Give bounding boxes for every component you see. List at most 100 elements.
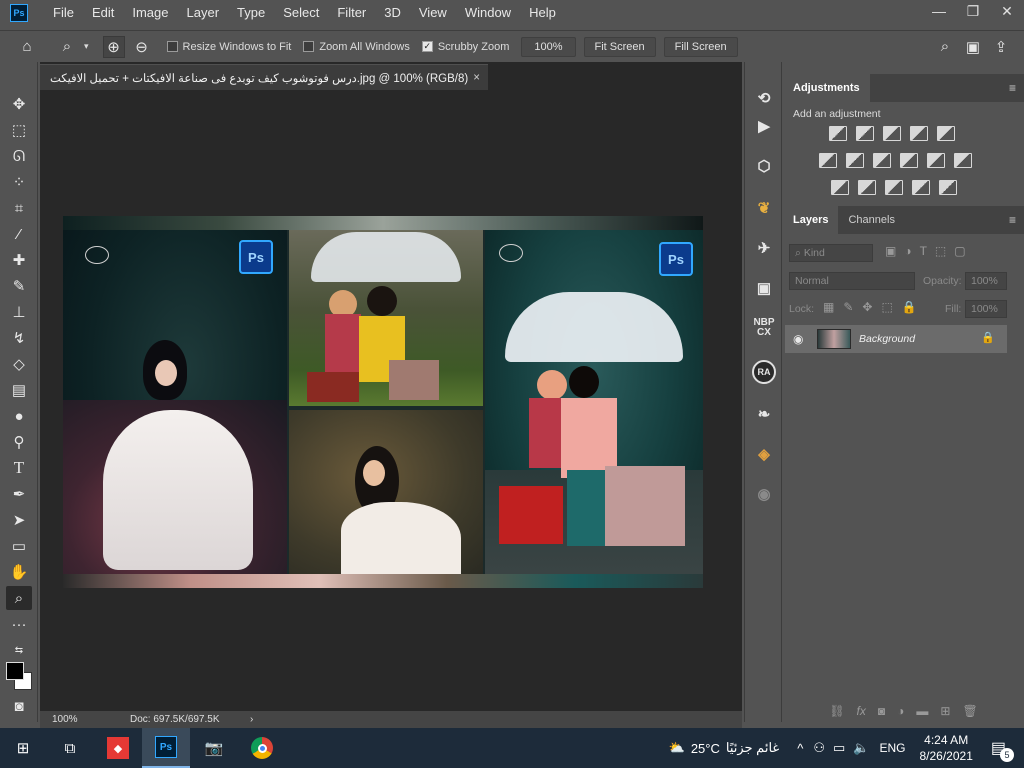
tab-adjustments[interactable]: Adjustments [783, 74, 870, 102]
channel-mixer-icon[interactable] [927, 153, 945, 168]
layer-filter-kind[interactable]: ⌕ Kind [789, 244, 873, 262]
tab-channels[interactable]: Channels [838, 206, 904, 234]
path-select-tool-icon[interactable]: ➤ [6, 508, 32, 532]
photo-filter-icon[interactable] [900, 153, 918, 168]
zoom-all-windows-checkbox[interactable]: Zoom All Windows [303, 41, 410, 53]
language-indicator[interactable]: ENG [879, 741, 905, 755]
fit-screen-button[interactable]: Fit Screen [583, 36, 656, 57]
fill-field[interactable]: 100% [965, 300, 1007, 318]
vibrance-icon[interactable] [937, 126, 955, 141]
plugin-feather-icon[interactable]: ❧ [752, 402, 776, 426]
selective-color-icon[interactable] [912, 180, 930, 195]
swap-colors-icon[interactable]: ⇆ [6, 638, 32, 662]
type-tool-icon[interactable]: T [6, 456, 32, 480]
layer-row-background[interactable]: ◉ Background 🔒 [785, 325, 1007, 353]
visibility-eye-icon[interactable]: ◉ [793, 332, 803, 346]
more-tools-icon[interactable]: ··· [6, 612, 32, 636]
home-icon[interactable]: ⌂ [16, 36, 38, 58]
scrubby-zoom-checkbox[interactable]: ✓ Scrubby Zoom [421, 41, 509, 53]
panel-menu-icon[interactable]: ≡ [1009, 213, 1016, 227]
plugin-shield-icon[interactable]: ◈ [752, 442, 776, 466]
menu-file[interactable]: File [44, 0, 83, 26]
quick-mask-icon[interactable]: ◙ [6, 694, 32, 718]
panel-menu-icon[interactable]: ≡ [1009, 81, 1016, 95]
plugin-image-icon[interactable]: ▣ [752, 276, 776, 300]
restore-button[interactable]: ❐ [956, 0, 990, 26]
3d-icon[interactable]: ⬡ [752, 154, 776, 178]
zoom-percent-field[interactable]: 100% [521, 36, 576, 57]
photoshop-taskbar-icon[interactable]: Ps [142, 728, 190, 768]
weather-icon[interactable]: ⛅ [669, 740, 685, 756]
plugin-bird-icon[interactable]: ✈ [752, 236, 776, 260]
lock-icons[interactable]: ▦✎✥⬚🔒 [823, 300, 926, 314]
menu-window[interactable]: Window [456, 0, 520, 26]
network-icon[interactable]: ▭ [833, 740, 845, 756]
image-canvas[interactable]: Ps Ps [63, 216, 703, 588]
search-icon[interactable]: ⌕ [934, 36, 956, 58]
layer-filter-icons[interactable]: ▣◑T⬚▢ [885, 244, 974, 258]
weather-text[interactable]: غائم جزئيًا [726, 740, 779, 756]
gradient-tool-icon[interactable]: ▤ [6, 378, 32, 402]
menu-type[interactable]: Type [228, 0, 274, 26]
gradient-map-icon[interactable] [939, 180, 957, 195]
meet-now-icon[interactable]: ⚇ [813, 740, 825, 756]
menu-layer[interactable]: Layer [178, 0, 229, 26]
show-hidden-icons-icon[interactable]: ^ [797, 741, 803, 756]
layer-name[interactable]: Background [859, 333, 915, 345]
nbp-cx-plugin-icon[interactable]: NBP CX [752, 316, 776, 340]
weather-temp[interactable]: 25°C [691, 741, 720, 756]
foreground-color-swatch[interactable] [6, 662, 24, 680]
exposure-icon[interactable] [910, 126, 928, 141]
zoom-in-icon[interactable]: ⊕ [102, 35, 125, 58]
minimize-button[interactable]: — [922, 0, 956, 26]
ra-plugin-icon[interactable]: RA [752, 360, 776, 384]
fill-screen-button[interactable]: Fill Screen [663, 36, 738, 57]
levels-icon[interactable] [856, 126, 874, 141]
workspace-icon[interactable]: ▣ [962, 36, 984, 58]
share-icon[interactable]: ⇪ [990, 36, 1012, 58]
posterize-icon[interactable] [858, 180, 876, 195]
brush-tool-icon[interactable]: ✎ [6, 274, 32, 298]
document-tab[interactable]: درس فوتوشوب كيف توبدع فى صناعة الافيكتات… [40, 64, 488, 90]
adjustment-layer-icon[interactable]: ◑ [897, 704, 904, 724]
crop-tool-icon[interactable]: ⌗ [6, 196, 32, 220]
menu-view[interactable]: View [410, 0, 456, 26]
anydesk-app-icon[interactable]: ◆ [94, 728, 142, 768]
menu-edit[interactable]: Edit [83, 0, 123, 26]
windows-start-icon[interactable]: ⊞ [0, 728, 46, 768]
actions-play-icon[interactable]: ▶ [752, 114, 776, 138]
brightness-icon[interactable] [829, 126, 847, 141]
clock[interactable]: 4:24 AM 8/26/2021 [919, 732, 972, 764]
menu-select[interactable]: Select [274, 0, 328, 26]
new-layer-icon[interactable]: ⊞ [940, 704, 950, 724]
opacity-field[interactable]: 100% [965, 272, 1007, 290]
history-icon[interactable]: ⟲ [752, 86, 776, 110]
mask-icon[interactable]: ◙ [878, 704, 885, 724]
status-zoom[interactable]: 100% [40, 714, 100, 725]
zoom-out-icon[interactable]: ⊖ [131, 36, 153, 58]
stamp-tool-icon[interactable]: ⊥ [6, 300, 32, 324]
tab-layers[interactable]: Layers [783, 206, 839, 234]
menu-help[interactable]: Help [520, 0, 565, 26]
menu-3d[interactable]: 3D [375, 0, 410, 26]
eyedropper-tool-icon[interactable]: ⁄ [6, 222, 32, 246]
task-view-icon[interactable]: ⧉ [46, 728, 94, 768]
lasso-tool-icon[interactable]: ᘏ [6, 144, 32, 168]
chrome-app-icon[interactable] [238, 728, 286, 768]
marquee-tool-icon[interactable]: ⬚ [6, 118, 32, 142]
notifications-icon[interactable]: ▤ 5 [991, 738, 1014, 762]
invert-icon[interactable] [831, 180, 849, 195]
healing-brush-tool-icon[interactable]: ✚ [6, 248, 32, 272]
color-lookup-icon[interactable] [954, 153, 972, 168]
plugin-gold-icon[interactable]: ❦ [752, 196, 776, 220]
status-arrow-icon[interactable]: › [240, 714, 253, 725]
chevron-down-icon[interactable]: ▾ [84, 41, 89, 52]
volume-icon[interactable]: 🔈 [853, 740, 869, 756]
eraser-tool-icon[interactable]: ◇ [6, 352, 32, 376]
quick-select-tool-icon[interactable]: ⁘ [6, 170, 32, 194]
dodge-tool-icon[interactable]: ⚲ [6, 430, 32, 454]
menu-image[interactable]: Image [123, 0, 177, 26]
resize-windows-checkbox[interactable]: Resize Windows to Fit [166, 41, 291, 53]
zoom-tool-icon[interactable]: ⌕ [6, 586, 32, 610]
zoom-icon[interactable]: ⌕ [56, 36, 78, 58]
